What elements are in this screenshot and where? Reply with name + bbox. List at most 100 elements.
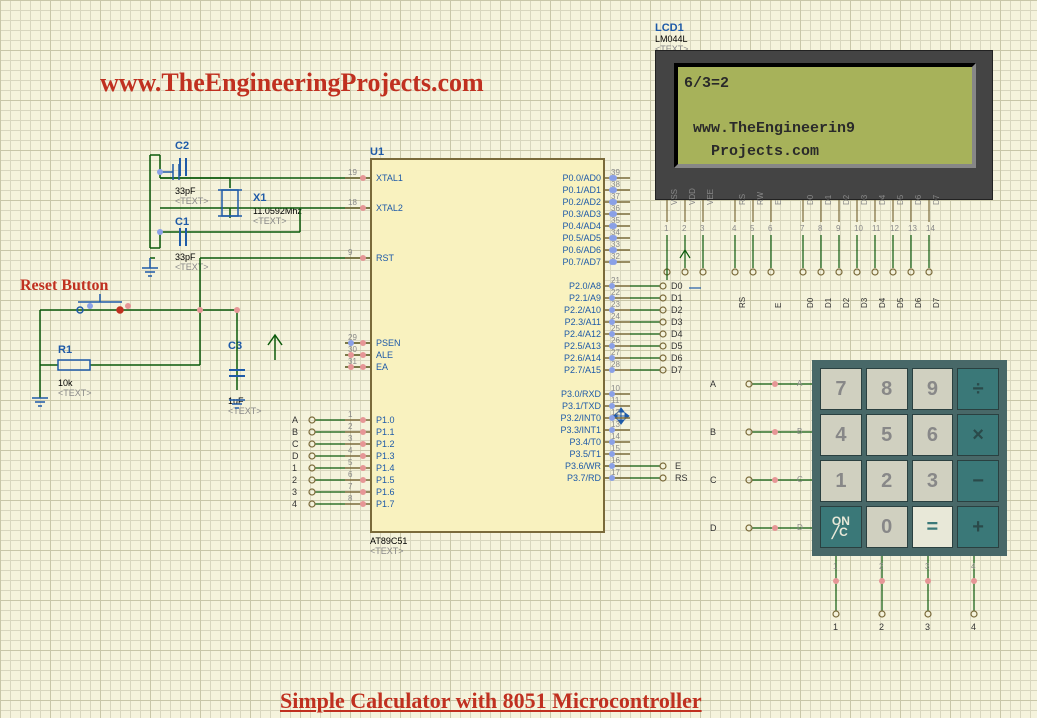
- pin-num-18: 18: [348, 198, 357, 207]
- dot: [609, 475, 615, 481]
- pin-name-P0.7/AD7: P0.7/AD7: [543, 257, 601, 267]
- kp-col-lbl-3: 3: [925, 562, 929, 571]
- net-D5: D5: [671, 341, 683, 351]
- lcd-net-D4: D4: [878, 298, 887, 308]
- net-4: 4: [292, 499, 297, 509]
- dot: [360, 453, 366, 459]
- pin-name-P2.2/A10: P2.2/A10: [543, 305, 601, 315]
- dot: [348, 340, 354, 346]
- kp-col-lbl-4: 4: [971, 562, 975, 571]
- pin-name-P3.7/RD: P3.7/RD: [543, 473, 601, 483]
- kp-row-net-B: B: [710, 427, 716, 437]
- pin-name-P1.3: P1.3: [376, 451, 395, 461]
- pin-num-7: 7: [348, 482, 352, 491]
- pin-name-P0.1/AD1: P0.1/AD1: [543, 185, 601, 195]
- dot: [611, 199, 617, 205]
- dot: [360, 489, 366, 495]
- pin-name-P1.1: P1.1: [376, 427, 395, 437]
- pin-name-P3.2/INT0: P3.2/INT0: [543, 413, 601, 423]
- kp-row-lbl-C: C: [797, 475, 803, 484]
- pin-name-P2.1/A9: P2.1/A9: [543, 293, 601, 303]
- lcd-net-E: E: [774, 303, 783, 308]
- dot: [611, 235, 617, 241]
- dot: [879, 578, 885, 584]
- lcd-net-D1: D1: [824, 298, 833, 308]
- net-D1: D1: [671, 293, 683, 303]
- dot: [348, 352, 354, 358]
- lcdpin-D5: D5: [896, 195, 905, 205]
- pin-name-P1.5: P1.5: [376, 475, 395, 485]
- dot: [925, 578, 931, 584]
- pin-name-P3.3/INT1: P3.3/INT1: [543, 425, 601, 435]
- pin-name-EA: EA: [376, 362, 388, 372]
- lcdpin-D3: D3: [860, 195, 869, 205]
- lcdpin-D1: D1: [824, 195, 833, 205]
- kp-col-lbl-2: 2: [879, 562, 883, 571]
- lcdpin-num-7: 8: [818, 224, 822, 233]
- lcdpin-num-2: 3: [700, 224, 704, 233]
- lcdpin-num-9: 10: [854, 224, 863, 233]
- kp-row-lbl-A: A: [797, 379, 802, 388]
- lcdpin-D2: D2: [842, 195, 851, 205]
- dot: [157, 229, 163, 235]
- dot: [360, 441, 366, 447]
- lcdpin-num-3: 4: [732, 224, 736, 233]
- dot: [360, 175, 366, 181]
- lcd-net-RS: RS: [738, 297, 747, 308]
- dot: [360, 501, 366, 507]
- net-D3: D3: [671, 317, 683, 327]
- pin-name-P3.0/RXD: P3.0/RXD: [543, 389, 601, 399]
- kp-row-net-C: C: [710, 475, 717, 485]
- lcdpin-D0: D0: [806, 195, 815, 205]
- pin-num-3: 3: [348, 434, 352, 443]
- lcd-net-D3: D3: [860, 298, 869, 308]
- lcdpin-num-6: 7: [800, 224, 804, 233]
- dot: [87, 303, 93, 309]
- net-D6: D6: [671, 353, 683, 363]
- lcdpin-num-12: 13: [908, 224, 917, 233]
- lcd-net-D7: D7: [932, 298, 941, 308]
- pin-name-PSEN: PSEN: [376, 338, 401, 348]
- net-3: 3: [292, 487, 297, 497]
- dot: [772, 477, 778, 483]
- dot: [360, 465, 366, 471]
- pin-num-9: 9: [348, 248, 352, 257]
- kp-col-net-2: 2: [879, 622, 884, 632]
- kp-row-net-A: A: [710, 379, 716, 389]
- pin-name-P2.3/A11: P2.3/A11: [543, 317, 601, 327]
- dot: [360, 417, 366, 423]
- pin-name-P0.3/AD3: P0.3/AD3: [543, 209, 601, 219]
- pin-name-P3.1/TXD: P3.1/TXD: [543, 401, 601, 411]
- kp-col-lbl-1: 1: [833, 562, 837, 571]
- lcdpin-D7: D7: [932, 195, 941, 205]
- pin-name-P2.4/A12: P2.4/A12: [543, 329, 601, 339]
- dot: [611, 187, 617, 193]
- dot: [611, 175, 617, 181]
- pin-num-4: 4: [348, 446, 352, 455]
- net-RS: RS: [675, 473, 688, 483]
- pin-num-1: 1: [348, 410, 352, 419]
- pin-num-2: 2: [348, 422, 352, 431]
- dot: [125, 303, 131, 309]
- pin-name-P3.4/T0: P3.4/T0: [543, 437, 601, 447]
- schematic-wiring: [0, 0, 1037, 718]
- lcdpin-VEE: VEE: [706, 189, 715, 205]
- net-D7: D7: [671, 365, 683, 375]
- lcdpin-D4: D4: [878, 195, 887, 205]
- pin-name-XTAL1: XTAL1: [376, 173, 403, 183]
- dot: [348, 364, 354, 370]
- lcd-net-D0: D0: [806, 298, 815, 308]
- lcdpin-num-10: 11: [872, 224, 880, 233]
- pin-name-P1.6: P1.6: [376, 487, 395, 497]
- kp-row-net-D: D: [710, 523, 717, 533]
- pin-name-ALE: ALE: [376, 350, 393, 360]
- dot: [360, 429, 366, 435]
- pin-name-P2.5/A13: P2.5/A13: [543, 341, 601, 351]
- pin-name-P2.0/A8: P2.0/A8: [543, 281, 601, 291]
- kp-row-lbl-D: D: [797, 523, 803, 532]
- lcd-net-D5: D5: [896, 298, 905, 308]
- dot: [971, 578, 977, 584]
- net-E: E: [675, 461, 681, 471]
- pin-name-P2.7/A15: P2.7/A15: [543, 365, 601, 375]
- pin-num-5: 5: [348, 458, 352, 467]
